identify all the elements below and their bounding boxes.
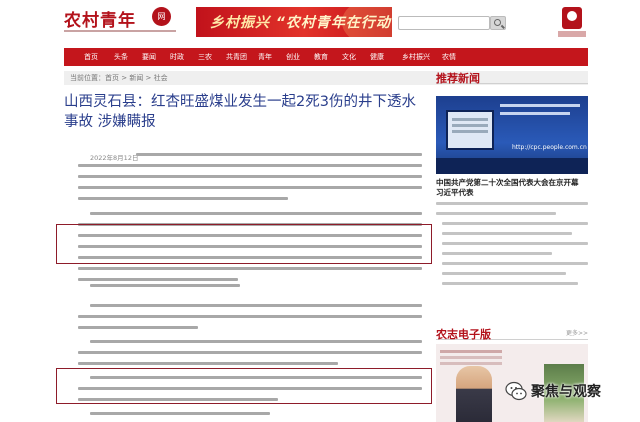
nav-item[interactable]: 教育 [314, 51, 328, 63]
recommend-heading-text: 推荐新闻 [436, 72, 480, 85]
campaign-banner[interactable]: 乡村振兴 “农村青年在行动” [196, 7, 392, 37]
banner-text-part1: 乡村振兴 [210, 15, 276, 31]
mobile-app-icon[interactable] [562, 7, 582, 29]
paragraph-4 [78, 304, 422, 337]
nav-item[interactable]: 时政 [170, 51, 184, 63]
search-icon [494, 19, 501, 26]
nav-item[interactable]: 农情 [442, 51, 456, 63]
breadcrumb-text: 当前位置：首页 > 新闻 > 社会 [70, 74, 168, 82]
mobile-app-label [558, 31, 586, 37]
nav-item[interactable]: 首页 [84, 51, 98, 63]
watermark-text: 聚焦与观察 [531, 384, 601, 400]
site-logo[interactable]: 农村青年 网 [64, 6, 184, 38]
nav-item[interactable]: 创业 [286, 51, 300, 63]
search-input[interactable] [398, 16, 490, 30]
recommend-news-list [436, 202, 588, 292]
paragraph-1 [78, 164, 422, 208]
list-item[interactable] [442, 282, 578, 285]
epaper-more-link[interactable]: 更多>> [566, 328, 588, 337]
list-item[interactable] [442, 232, 572, 235]
article-date-lead: 2022年8月12日 [90, 154, 139, 162]
list-item[interactable] [436, 212, 556, 215]
list-item[interactable] [436, 202, 588, 205]
wechat-icon [505, 381, 527, 401]
nav-item[interactable]: 健康 [370, 51, 384, 63]
banner-text-part2: “农村青年在行动” [275, 15, 392, 31]
paragraph-7 [78, 412, 422, 422]
monitor-image [446, 110, 494, 150]
list-item[interactable] [442, 242, 588, 245]
sidebar: 推荐新闻 http://cpc.people.com.cn 中国共产党第二十次全… [436, 70, 588, 422]
nav-item[interactable]: 文化 [342, 51, 356, 63]
recommend-heading: 推荐新闻 [436, 70, 588, 85]
epaper-heading: 农志电子版 更多>> [436, 326, 588, 341]
main-nav: 首页 头条 要闻 时政 三农 共青团 青年 创业 教育 文化 健康 乡村振兴 农情 [64, 48, 588, 66]
list-item[interactable] [442, 252, 552, 255]
logo-subtitle [64, 28, 182, 34]
paragraph-1-first-line [136, 153, 422, 164]
paragraph-3 [78, 284, 422, 295]
nav-item[interactable]: 三农 [198, 51, 212, 63]
nav-item[interactable]: 乡村振兴 [402, 51, 430, 63]
highlight-box-1 [56, 224, 432, 264]
article-title: 山西灵石县：红杏旺盛煤业发生一起2死3伤的井下透水事故 涉嫌瞒报 [64, 94, 416, 130]
site-header: 农村青年 网 乡村振兴 “农村青年在行动” [0, 0, 640, 46]
nav-item[interactable]: 共青团 [226, 51, 247, 63]
search-button[interactable] [490, 16, 506, 30]
epaper-heading-text: 农志电子版 [436, 328, 491, 341]
highlight-box-2 [56, 368, 432, 404]
nav-item[interactable]: 头条 [114, 51, 128, 63]
recommend-thumbnail[interactable]: http://cpc.people.com.cn [436, 96, 588, 174]
thumbnail-url: http://cpc.people.com.cn [512, 144, 587, 151]
nav-item[interactable]: 要闻 [142, 51, 156, 63]
list-item[interactable] [442, 222, 588, 225]
watermark: 聚焦与观察 [505, 378, 640, 406]
person-photo [456, 366, 492, 422]
banner-text: 乡村振兴 “农村青年在行动” [210, 12, 392, 32]
nav-item[interactable]: 青年 [258, 51, 272, 63]
logo-seal: 网 [152, 7, 171, 26]
list-item[interactable] [442, 262, 588, 265]
recommend-article-title[interactable]: 中国共产党第二十次全国代表大会在京开幕 习近平代表 [436, 178, 588, 198]
list-item[interactable] [442, 272, 566, 275]
